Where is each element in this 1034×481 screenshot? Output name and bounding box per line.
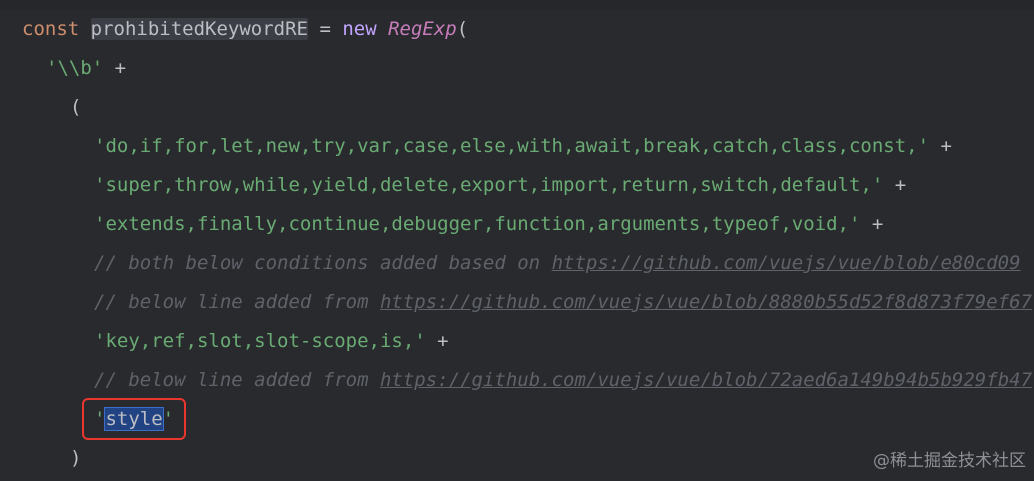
code-line-6[interactable]: 'extends,finally,continue,debugger,funct… (94, 205, 883, 244)
code-line-10[interactable]: // below line added from https://github.… (94, 361, 1032, 400)
class-regexp[interactable]: RegExp (388, 18, 457, 40)
watermark: @稀土掘金技术社区 (873, 451, 1026, 471)
plus-operator: + (103, 57, 127, 79)
code-line-7[interactable]: // both below conditions added based on … (94, 244, 1021, 283)
code-line-5[interactable]: 'super,throw,while,yield,delete,export,i… (94, 166, 906, 205)
comment-text: // below line added from (94, 369, 380, 391)
code-line-8[interactable]: // below line added from https://github.… (94, 283, 1032, 322)
code-line-12[interactable]: ) (70, 439, 81, 478)
code-line-4[interactable]: 'do,if,for,let,new,try,var,case,else,wit… (94, 127, 952, 166)
keyword-new: new (342, 18, 377, 40)
comment-text: // both below conditions added based on (94, 252, 552, 274)
open-paren: ( (70, 96, 82, 118)
string-keywords-1: 'do,if,for,let,new,try,var,case,else,wit… (94, 135, 930, 157)
plus-operator: + (425, 330, 449, 352)
assign-operator: = (308, 18, 343, 40)
string-keywords-2: 'super,throw,while,yield,delete,export,i… (94, 174, 884, 196)
code-editor[interactable]: const prohibitedKeywordRE = new RegExp( … (0, 0, 1034, 481)
previous-line-fade (0, 0, 1034, 10)
plus-operator: + (860, 213, 884, 235)
plus-operator: + (883, 174, 907, 196)
code-line-1[interactable]: const prohibitedKeywordRE = new RegExp( (22, 10, 468, 49)
identifier-prohibited-keyword-re[interactable]: prohibitedKeywordRE (90, 18, 308, 40)
close-paren: ) (70, 447, 82, 469)
code-line-2[interactable]: '\\b' + (46, 49, 126, 88)
string-keywords-4: 'key,ref,slot,slot-scope,is,' (94, 330, 426, 352)
comment-text: // below line added from (94, 291, 380, 313)
plus-operator: + (929, 135, 952, 157)
keyword-const: const (22, 18, 80, 40)
comment-link[interactable]: https://github.com/vuejs/vue/blob/72aed6… (380, 369, 1032, 391)
comment-link[interactable]: https://github.com/vuejs/vue/blob/e80cd0… (552, 252, 1021, 274)
comment-link[interactable]: https://github.com/vuejs/vue/blob/8880b5… (380, 291, 1032, 313)
highlight-annotation-box (82, 398, 186, 440)
string-keywords-3: 'extends,finally,continue,debugger,funct… (94, 213, 861, 235)
code-line-3[interactable]: ( (70, 88, 81, 127)
open-paren: ( (456, 18, 469, 40)
code-line-9[interactable]: 'key,ref,slot,slot-scope,is,' + (94, 322, 449, 361)
string-word-boundary: '\\b' (46, 57, 104, 79)
